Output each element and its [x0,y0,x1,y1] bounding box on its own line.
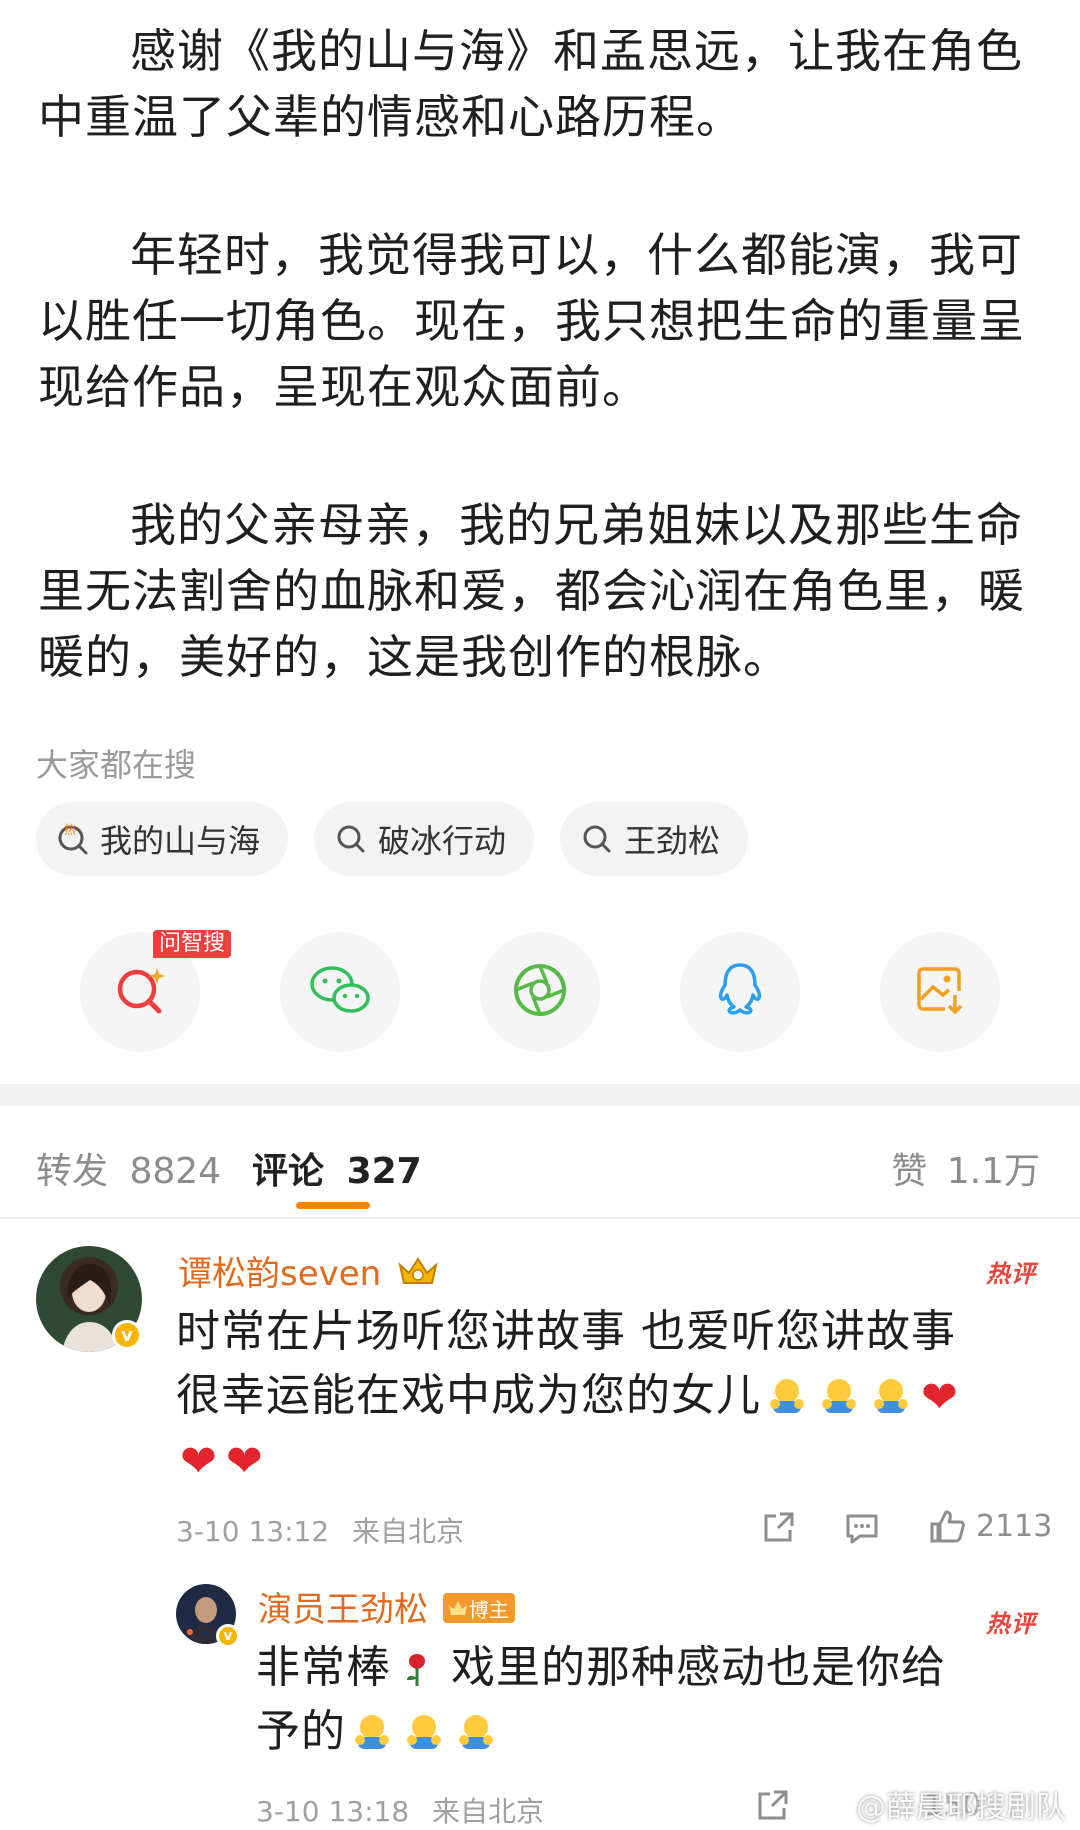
hot-comment-tag: 热评 [986,1260,1036,1288]
tab-likes-label: 赞 [891,1151,928,1192]
comment-time: 3-10 13:18 [256,1795,410,1828]
hot-search-chip[interactable]: 王劲松 [560,802,749,876]
tab-comments-label: 评论 [252,1151,325,1192]
comment-time: 3-10 13:12 [176,1515,330,1548]
hot-search-label: 大家都在搜 [36,746,197,784]
tab-comments[interactable]: 评论 327 [252,1142,422,1194]
search-icon [580,822,614,856]
tab-likes[interactable]: 赞 1.1万 [891,1142,1040,1194]
moments-icon [511,961,569,1023]
comment-text-line: 非常棒 戏里的那种感动也是你给 [256,1642,946,1693]
comment-text-line: ❤ ❤ [176,1428,1056,1492]
tab-repost-label: 转发 [36,1151,109,1192]
hug-emoji-icon [459,1715,493,1749]
post-paragraph: 年轻时，我觉得我可以，什么都能演，我可以胜任一切角色。现在，我只想把生命的重量呈… [38,228,1025,414]
share-comment-button[interactable] [752,1786,792,1826]
comment-text-line: 时常在片场听您讲故事 也爱听您讲故事 [176,1306,956,1357]
hug-emoji-icon [407,1715,441,1749]
tab-repost-count: 8824 [129,1151,222,1192]
verified-badge-icon: v [112,1320,142,1350]
heart-emoji-icon: ❤ [921,1372,959,1423]
like-count: 2113 [976,1508,1053,1544]
like-comment-button[interactable]: 2113 [928,1506,1052,1546]
watermark: @薛晨耶搜剧队 [812,1782,1066,1826]
comment-text: 时常在片场听您讲故事 也爱听您讲故事 很幸运能在戏中成为您的女儿 ❤ ❤ ❤ [176,1300,1056,1492]
share-icon [758,1790,788,1820]
share-comment-button[interactable] [758,1508,798,1548]
share-qq-button[interactable] [680,932,800,1052]
hot-search-chip-label: 破冰行动 [378,822,507,860]
hug-emoji-icon [355,1715,389,1749]
hug-emoji-icon [770,1379,804,1413]
post-paragraph: 感谢《我的山与海》和孟思远，让我在角色中重温了父辈的情感和心路历程。 [38,24,1023,144]
save-image-icon [913,963,967,1021]
save-image-button[interactable] [880,932,1000,1052]
heart-emoji-icon: ❤ [225,1436,264,1487]
comment-meta: 3-10 13:18 来自北京 [256,1790,544,1830]
tab-repost[interactable]: 转发 8824 [36,1142,221,1194]
comment-text-line: 很幸运能在戏中成为您的女儿 ❤ [176,1370,959,1423]
tab-comments-count: 327 [346,1151,422,1192]
hot-search-chip-label: 我的山与海 [100,822,261,860]
hot-search-chip[interactable]: 破冰行动 [314,802,535,876]
search-icon [334,822,368,856]
thumbs-up-icon [930,1510,965,1543]
share-wechat-button[interactable] [280,932,400,1052]
ai-search-badge: 问智搜 [153,930,232,958]
verified-badge-icon: v [216,1624,240,1648]
post-paragraph: 我的父亲母亲，我的兄弟姐妹以及那些生命里无法割舍的血脉和爱，都会沁润在角色里，暖… [38,498,1025,684]
comment-location: 来自北京 [432,1795,545,1828]
svg-text:热: 热 [64,823,76,837]
wechat-icon [308,962,372,1022]
share-icon [764,1512,794,1542]
active-tab-indicator [296,1202,370,1209]
hot-search-chip-label: 王劲松 [624,822,721,860]
comment-username[interactable]: 演员王劲松 博主 [258,1582,515,1631]
crown-icon [396,1253,440,1298]
rose-emoji-icon [407,1654,425,1686]
comment-username[interactable]: 谭松韵seven [178,1246,440,1298]
hot-comment-tag: 热评 [986,1610,1036,1638]
comment-meta: 3-10 13:12 来自北京 [176,1510,464,1550]
section-divider [0,1084,1080,1106]
comment-icon [846,1514,878,1544]
hug-emoji-icon [874,1379,908,1413]
crown-icon [448,1601,467,1615]
tab-separator [0,1217,1080,1219]
post-body: 感谢《我的山与海》和孟思远，让我在角色中重温了父辈的情感和心路历程。 年轻时，我… [38,18,1048,690]
hug-emoji-icon [822,1379,856,1413]
hot-search-icon: 热 [56,822,90,856]
heart-emoji-icon: ❤ [180,1436,218,1487]
ai-search-icon [112,962,168,1022]
share-moments-button[interactable] [480,932,600,1052]
blogger-tag: 博主 [442,1593,515,1623]
comment-text: 非常棒 戏里的那种感动也是你给 予的 [256,1636,1056,1764]
qq-icon [715,961,765,1023]
weibo-logo-icon [812,1791,849,1819]
reply-comment-button[interactable] [842,1508,882,1548]
tab-likes-count: 1.1万 [946,1151,1040,1192]
comment-location: 来自北京 [352,1515,465,1548]
comment-text-line: 予的 [256,1700,1056,1764]
hot-search-chip[interactable]: 热 我的山与海 [36,802,289,876]
